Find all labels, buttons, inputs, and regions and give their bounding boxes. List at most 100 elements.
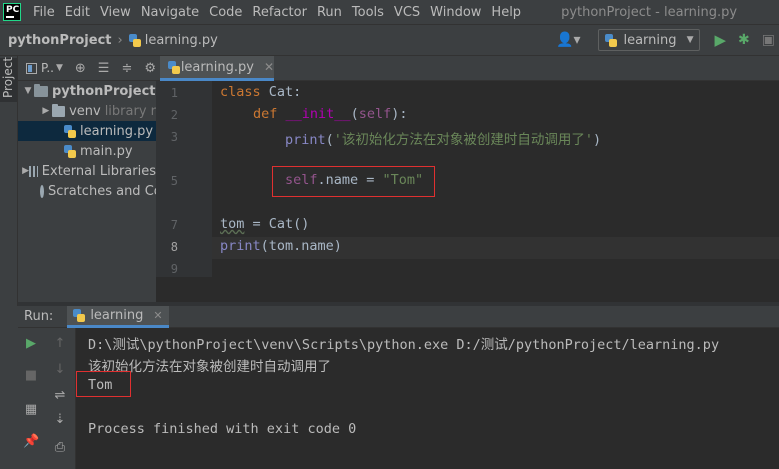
code-line-2: def __init__(self):	[253, 106, 408, 122]
close-icon[interactable]: ✕	[153, 309, 162, 322]
code-line-3: print('该初始化方法在对象被创建时自动调用了')	[285, 132, 602, 148]
menu-refactor[interactable]: Refactor	[252, 5, 307, 20]
tree-item-label: learning.py	[80, 123, 154, 139]
tree-item-main[interactable]: main.py	[18, 141, 156, 161]
python-file-icon	[128, 33, 141, 47]
close-icon[interactable]: ✕	[264, 60, 274, 74]
tab-label: learning.py	[180, 59, 254, 75]
tree-item-label: External Libraries	[41, 163, 156, 179]
run-config-label: learning	[623, 32, 677, 48]
project-toolbar: P.. ▼ ⊕ ☰ ≑ ⚙	[18, 56, 156, 81]
editor-tab-bar: learning.py ✕	[156, 56, 779, 81]
run-toolbar-primary: ▶ ■ ▦ 📌	[18, 328, 44, 469]
menu-vcs[interactable]: VCS	[394, 5, 420, 20]
annotation-highlight-box	[272, 166, 435, 197]
breadcrumb-file[interactable]: learning.py	[145, 33, 218, 48]
pycharm-logo-icon: PC	[3, 3, 21, 21]
menu-code[interactable]: Code	[209, 5, 242, 20]
settings-gear-icon[interactable]: ⚙	[144, 61, 156, 76]
line-number: 5	[170, 174, 178, 188]
tree-item-venv[interactable]: ▶ venv library r	[18, 101, 156, 121]
line-number: 9	[170, 262, 178, 276]
left-tool-strip: Project	[0, 56, 18, 306]
coverage-icon[interactable]: ▣	[762, 32, 775, 48]
project-view-icon	[26, 62, 37, 74]
pin-icon[interactable]: 📌	[23, 434, 39, 449]
console-line: D:\测试\pythonProject\venv\Scripts\python.…	[88, 337, 720, 353]
python-file-icon	[168, 60, 180, 74]
project-view-select[interactable]: P..	[41, 61, 54, 75]
menu-run[interactable]: Run	[317, 5, 342, 20]
breadcrumb-separator-icon: ›	[117, 32, 123, 48]
user-account-icon[interactable]: 👤▾	[556, 32, 580, 48]
menu-view[interactable]: View	[100, 5, 131, 20]
expand-all-icon[interactable]: ≑	[121, 61, 132, 76]
folder-icon	[51, 103, 66, 117]
menu-bar: PC File Edit View Navigate Code Refactor…	[0, 0, 779, 24]
tree-item-label: pythonProject	[52, 83, 156, 99]
collapse-all-icon[interactable]: ☰	[98, 61, 110, 76]
line-number: 7	[170, 218, 178, 232]
navigation-bar: pythonProject › learning.py 👤▾ learning …	[0, 24, 779, 56]
scroll-to-end-icon[interactable]: ⇣	[52, 412, 68, 427]
line-number: 2	[170, 108, 178, 122]
print-icon[interactable]: ⎙	[52, 440, 68, 455]
menu-file[interactable]: File	[33, 5, 55, 20]
project-tool-tab-label: Project	[1, 56, 15, 98]
tree-item-label: main.py	[80, 143, 133, 159]
menu-tools[interactable]: Tools	[352, 5, 384, 20]
menu-help[interactable]: Help	[491, 5, 521, 20]
project-panel: P.. ▼ ⊕ ☰ ≑ ⚙ ▼ pythonProject ▶ venv lib…	[18, 56, 156, 302]
code-line-7: tom = Cat()	[220, 216, 310, 232]
python-file-icon	[73, 308, 86, 322]
debug-bug-icon[interactable]: ✱	[738, 32, 750, 48]
arrow-down-icon[interactable]: ↓	[52, 362, 68, 377]
run-tab-label: learning	[90, 307, 144, 323]
run-button[interactable]: ▶	[714, 31, 726, 49]
locate-crosshair-icon[interactable]: ⊕	[75, 61, 86, 76]
run-panel-label: Run:	[24, 309, 54, 324]
line-number: 1	[170, 86, 178, 100]
run-toolbar-secondary: ↑ ↓ ⇌ ⇣ ⎙	[44, 328, 76, 469]
console-line: Process finished with exit code 0	[88, 421, 357, 437]
python-file-icon	[64, 144, 76, 158]
line-number: 3	[170, 130, 178, 144]
chevron-right-icon[interactable]: ▶	[22, 166, 29, 176]
layout-grid-icon[interactable]: ▦	[23, 402, 39, 417]
arrow-up-icon[interactable]: ↑	[52, 336, 68, 351]
menu-window[interactable]: Window	[430, 5, 481, 20]
menu-navigate[interactable]: Navigate	[141, 5, 199, 20]
tree-item-hint: library r	[104, 103, 156, 119]
run-panel-header: Run: learning ✕	[18, 305, 779, 328]
python-config-icon	[605, 33, 618, 47]
line-number: 8	[170, 240, 178, 254]
tree-item-scratches[interactable]: Scratches and Co	[18, 181, 156, 201]
rerun-play-icon[interactable]: ▶	[23, 336, 39, 351]
library-icon	[29, 165, 38, 177]
editor-gutter: 1 2 3 5 7 8 9	[156, 81, 220, 277]
project-tool-tab[interactable]: Project	[0, 56, 17, 102]
console-output[interactable]: D:\测试\pythonProject\venv\Scripts\python.…	[77, 328, 779, 469]
window-title: pythonProject - learning.py	[561, 4, 738, 20]
chevron-right-icon[interactable]: ▶	[40, 106, 52, 116]
menu-edit[interactable]: Edit	[65, 5, 90, 20]
scratches-icon	[40, 184, 44, 198]
soft-wrap-icon[interactable]: ⇌	[52, 388, 68, 403]
tree-item-learning[interactable]: learning.py	[18, 121, 156, 141]
run-configuration-select[interactable]: learning ▼	[598, 29, 701, 51]
breadcrumb-project[interactable]: pythonProject	[8, 33, 112, 48]
tree-item-external-libraries[interactable]: ▶ External Libraries	[18, 161, 156, 181]
run-tab-learning[interactable]: learning ✕	[67, 305, 169, 328]
code-line-8: print(tom.name)	[220, 238, 342, 254]
chevron-down-icon[interactable]: ▼	[56, 63, 63, 73]
stop-icon[interactable]: ■	[23, 368, 39, 383]
tab-learning-py[interactable]: learning.py ✕	[160, 56, 274, 81]
python-file-icon	[64, 124, 76, 138]
tree-item-label: venv	[69, 103, 101, 119]
tree-item-root[interactable]: ▼ pythonProject	[18, 81, 156, 101]
annotation-highlight-box	[76, 371, 131, 397]
folder-icon	[34, 83, 48, 97]
chevron-down-icon[interactable]: ▼	[22, 86, 34, 96]
code-line-1: class Cat:	[220, 84, 302, 100]
bottom-left-strip	[0, 306, 18, 469]
